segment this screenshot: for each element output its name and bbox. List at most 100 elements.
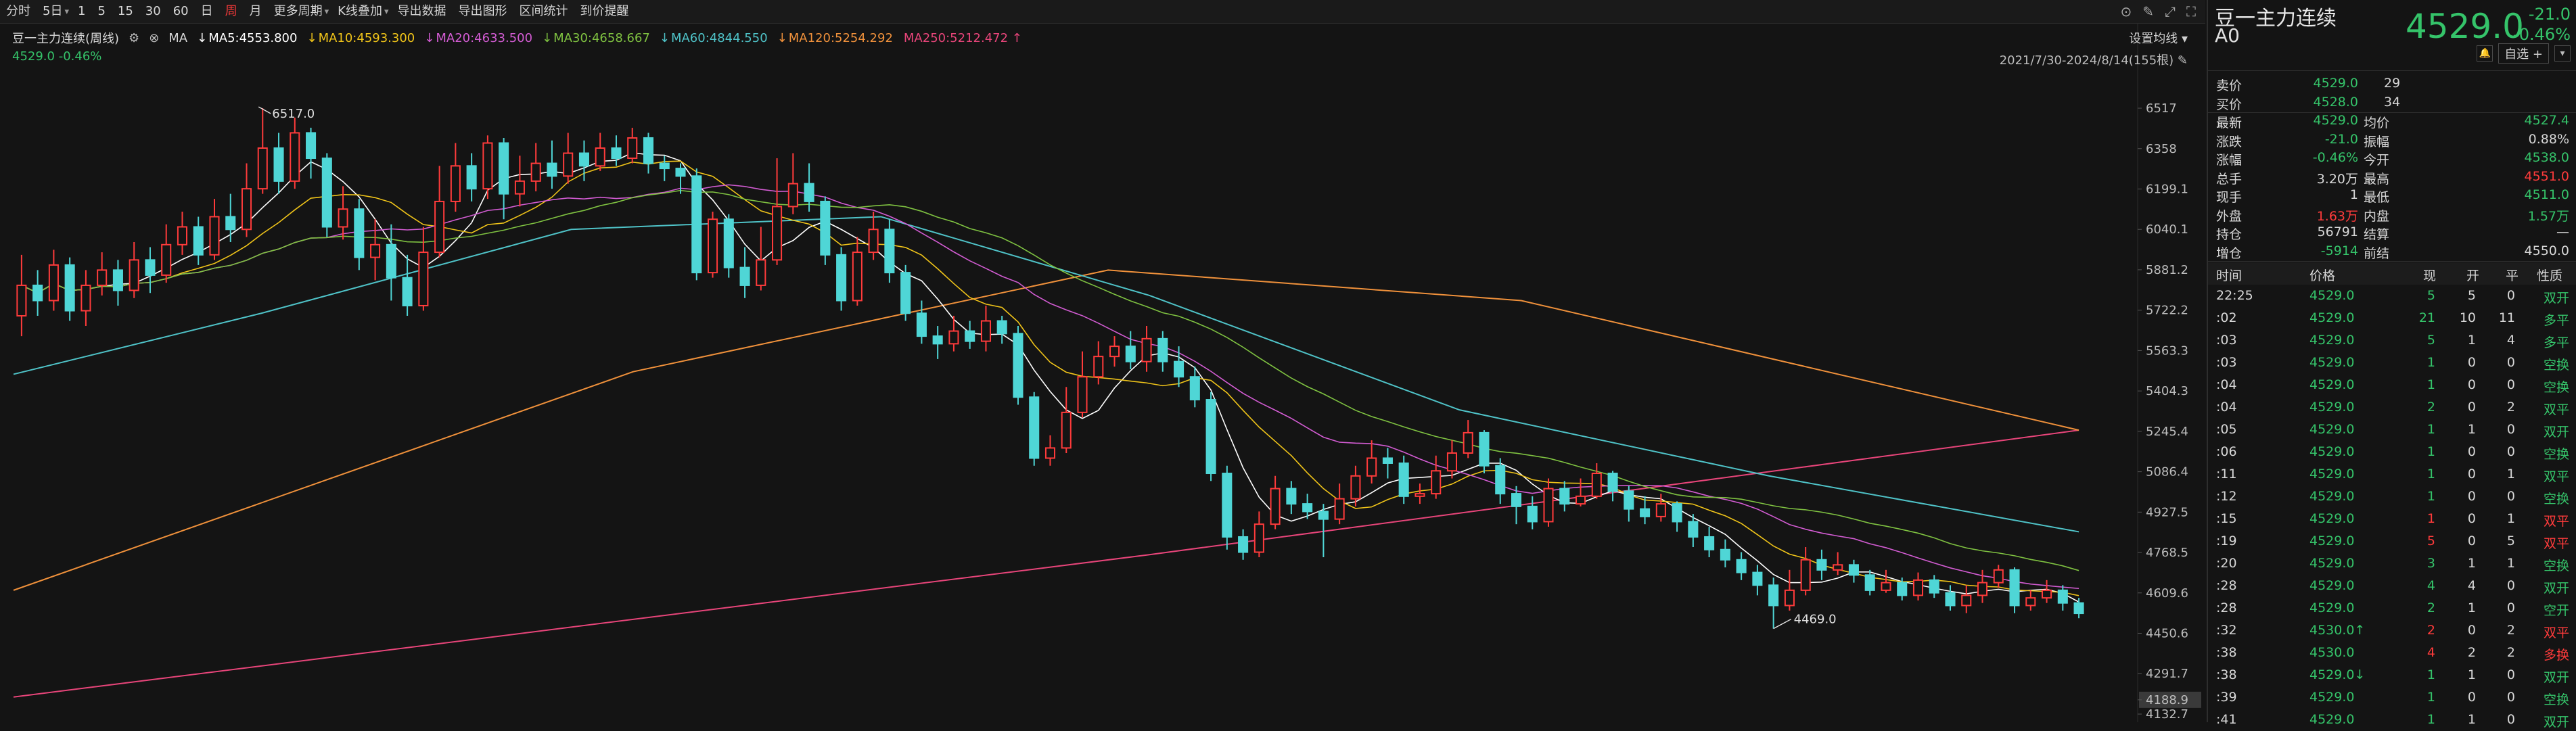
trade-close: 0 — [2506, 712, 2515, 727]
pin-icon[interactable]: ✎ — [2178, 53, 2188, 68]
ma-legend-1: ↓ MA10:4593.300 — [306, 31, 415, 45]
quote-row: 涨跌 -21.0 振幅 0.88% — [2208, 131, 2576, 149]
period-tab-8[interactable]: 周 — [219, 0, 244, 23]
period-tab-6[interactable]: 60 — [167, 0, 195, 23]
add-watchlist-button[interactable]: 自选 + — [2498, 43, 2549, 64]
y-tick-label: 5404.3 — [2146, 384, 2188, 398]
dropdown-chevron-icon[interactable]: ▾ — [64, 7, 69, 17]
period-tab-10[interactable]: 更多周期 — [268, 0, 329, 23]
period-tab-11[interactable]: K线叠加 — [331, 0, 388, 23]
candle-body — [1655, 503, 1666, 517]
period-tab-13[interactable]: 导出图形 — [452, 0, 513, 23]
close-indicator-icon[interactable]: ⊗ — [149, 31, 159, 45]
quote-value: 4551.0 — [2524, 168, 2569, 184]
period-tab-7[interactable]: 日 — [195, 0, 219, 23]
trade-price: 4529.0↓ — [2309, 667, 2366, 682]
period-tab-15[interactable]: 到价提醒 — [574, 0, 635, 23]
y-tick-label: 4188.9 — [2146, 693, 2188, 707]
candle-body — [1414, 493, 1425, 497]
candle-body — [2042, 589, 2052, 599]
candle-body — [980, 320, 991, 342]
candle-body — [161, 243, 172, 276]
quote-value: -5914 — [2320, 243, 2358, 258]
ma-series-ma60 — [13, 216, 2079, 533]
trade-nature: 双开 — [2543, 715, 2569, 730]
trade-price: 4529.0 — [2309, 310, 2355, 325]
candle-body — [434, 200, 445, 254]
trade-open: 0 — [2467, 467, 2476, 481]
trade-time: :04 — [2216, 377, 2237, 392]
dropdown-chevron-icon[interactable]: ▾ — [384, 7, 389, 17]
chevron-down-icon[interactable]: ▾ — [2554, 45, 2571, 62]
trade-close: 4 — [2506, 333, 2515, 348]
settings-gear-icon[interactable]: ⚙ — [129, 31, 139, 45]
period-tab-9[interactable]: 月 — [244, 0, 268, 23]
quote-row: 外盘 1.63万 内盘 1.57万 — [2208, 205, 2576, 224]
period-tab-5[interactable]: 30 — [139, 0, 167, 23]
trade-time: :20 — [2216, 556, 2237, 571]
candle-body — [1463, 431, 1473, 454]
candle-body — [1495, 465, 1506, 495]
trade-open: 10 — [2459, 310, 2476, 325]
quote-row: 总手 3.20万 最高 4551.0 — [2208, 168, 2576, 187]
trade-time: :19 — [2216, 534, 2237, 548]
trade-time: :32 — [2216, 623, 2237, 638]
trade-open: 1 — [2467, 712, 2476, 727]
candle-body — [627, 137, 638, 160]
draw-pen-icon[interactable]: ✎ — [2142, 0, 2154, 23]
trade-price: 4529.0 — [2309, 690, 2355, 705]
trade-time: :39 — [2216, 690, 2237, 705]
candle-body — [1398, 462, 1409, 497]
low-marker-arrow — [1773, 618, 1792, 630]
trade-price: 4529.0 — [2309, 422, 2355, 437]
quote-label: 今开 — [2364, 153, 2390, 168]
fullscreen-icon[interactable]: ⛶ — [2186, 0, 2196, 23]
ma-series-ma250 — [13, 429, 2079, 698]
trade-close: 2 — [2506, 645, 2515, 660]
trade-row: :04 4529.0 2 0 2 双平 — [2208, 396, 2576, 419]
candle-body — [112, 269, 123, 291]
trade-time: :03 — [2216, 355, 2237, 370]
y-tick-label: 4132.7 — [2146, 707, 2188, 722]
period-tab-4[interactable]: 15 — [112, 0, 139, 23]
trade-price: 4529.0 — [2309, 288, 2355, 303]
quote-row: 买价 4528.0 34 — [2208, 93, 2576, 112]
candle-body — [1704, 536, 1715, 550]
trade-time: 22:25 — [2216, 288, 2253, 303]
candle-body — [836, 254, 847, 302]
trade-price: 4529.0 — [2309, 489, 2355, 504]
candle-body — [402, 277, 413, 306]
quote-row: 卖价 4529.0 29 — [2208, 74, 2576, 93]
trade-time: :05 — [2216, 422, 2237, 437]
ma-settings-button[interactable]: 设置均线 ▾ — [2129, 29, 2188, 47]
trade-open: 2 — [2467, 645, 2476, 660]
candle-body — [900, 272, 911, 314]
expand-icon[interactable]: ⤢ — [2165, 0, 2176, 23]
trade-volume: 1 — [2426, 377, 2435, 392]
quote-label: 现手 — [2216, 190, 2242, 205]
quote-label: 外盘 — [2216, 208, 2242, 224]
chevron-circle-icon[interactable]: ⊙ — [2120, 0, 2132, 23]
kline-chart[interactable]: 6517 6358 6199.1 6040.1 5881.2 5722.2 5563.3 54… — [0, 24, 2205, 722]
ma-series-ma30 — [21, 189, 2079, 571]
period-tab-14[interactable]: 区间统计 — [513, 0, 574, 23]
period-tab-3[interactable]: 5 — [91, 0, 111, 23]
alert-bell-icon[interactable]: 🔔 — [2477, 45, 2493, 62]
ma-series-ma20 — [21, 184, 2079, 590]
trade-open: 1 — [2467, 556, 2476, 571]
period-tab-2[interactable]: 1 — [72, 0, 91, 23]
trade-volume: 1 — [2426, 467, 2435, 481]
candle-body — [643, 137, 654, 164]
period-tab-1[interactable]: 5日 — [37, 0, 68, 23]
trade-close: 0 — [2506, 489, 2515, 504]
ma-series-ma120 — [13, 269, 2079, 591]
y-tick-label: 5722.2 — [2146, 304, 2188, 318]
candle-body — [1479, 431, 1490, 467]
candle-body — [1044, 447, 1056, 459]
period-tab-0[interactable]: 分时 — [0, 0, 37, 23]
dropdown-chevron-icon[interactable]: ▾ — [325, 7, 329, 17]
trade-open: 1 — [2467, 600, 2476, 615]
candle-body — [145, 259, 156, 276]
period-tab-12[interactable]: 导出数据 — [391, 0, 452, 23]
candle-body — [1061, 411, 1072, 449]
